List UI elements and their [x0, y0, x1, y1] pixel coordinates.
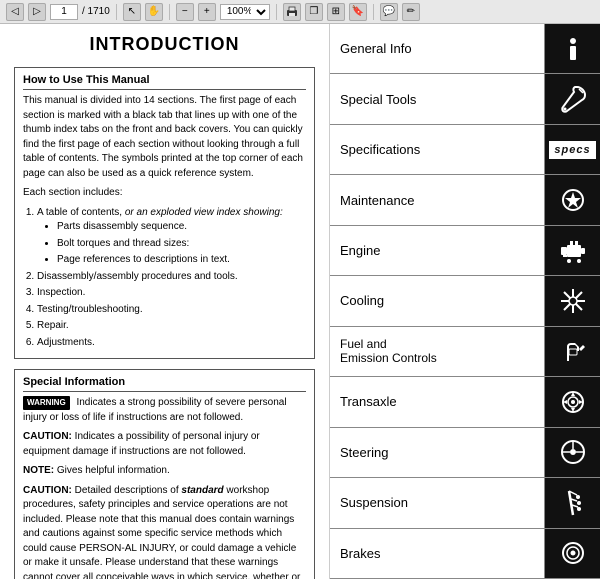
- zoom-select[interactable]: 100% 75% 125% 150%: [220, 4, 270, 20]
- separator-2: [169, 4, 170, 20]
- main-content: INTRODUCTION How to Use This Manual This…: [0, 24, 600, 579]
- how-to-use-list: A table of contents, or an exploded view…: [37, 206, 306, 351]
- index-label-brakes: Brakes: [330, 529, 545, 578]
- index-item-special-tools[interactable]: Special Tools: [330, 74, 600, 124]
- caution2-head: CAUTION:: [23, 485, 72, 496]
- zoom-in-button[interactable]: +: [198, 3, 216, 21]
- zoom-out-button[interactable]: −: [176, 3, 194, 21]
- left-panel: INTRODUCTION How to Use This Manual This…: [0, 24, 330, 579]
- note-head: NOTE:: [23, 465, 54, 476]
- list-item-4: Testing/troubleshooting.: [37, 303, 306, 318]
- list-item-6: Adjustments.: [37, 336, 306, 351]
- how-to-use-heading: How to Use This Manual: [23, 74, 306, 90]
- page-separator: / 1710: [82, 6, 110, 17]
- index-icon-general-info: [545, 24, 600, 73]
- how-to-use-section: How to Use This Manual This manual is di…: [14, 67, 315, 359]
- index-item-fuel-emission[interactable]: Fuel andEmission Controls: [330, 327, 600, 377]
- standard-word: standard: [181, 485, 223, 496]
- comment-button[interactable]: 💬: [380, 3, 398, 21]
- index-label-transaxle: Transaxle: [330, 377, 545, 426]
- list-item-2: Disassembly/assembly procedures and tool…: [37, 270, 306, 285]
- index-icon-steering: [545, 428, 600, 477]
- index-item-transaxle[interactable]: Transaxle: [330, 377, 600, 427]
- index-item-general-info[interactable]: General Info: [330, 24, 600, 74]
- print-button[interactable]: [283, 3, 301, 21]
- sub-item-2: Bolt torques and thread sizes:: [57, 237, 306, 252]
- index-icon-transaxle: [545, 377, 600, 426]
- pen-button[interactable]: ✏: [402, 3, 420, 21]
- special-info-heading: Special Information: [23, 376, 306, 392]
- cursor-tool[interactable]: ↖: [123, 3, 141, 21]
- index-label-fuel-emission: Fuel andEmission Controls: [330, 327, 545, 376]
- list-item-3: Inspection.: [37, 286, 306, 301]
- right-panel: General Info Special Tools Specification…: [330, 24, 600, 579]
- page-input[interactable]: [50, 4, 78, 20]
- sub-item-3: Page references to descriptions in text.: [57, 253, 306, 268]
- how-to-use-content: This manual is divided into 14 sections.…: [23, 94, 306, 350]
- separator-1: [116, 4, 117, 20]
- index-item-cooling[interactable]: Cooling: [330, 276, 600, 326]
- index-label-general-info: General Info: [330, 24, 545, 73]
- how-to-use-para1: This manual is divided into 14 sections.…: [23, 94, 306, 181]
- list-item-5: Repair.: [37, 319, 306, 334]
- separator-4: [373, 4, 374, 20]
- separator-3: [276, 4, 277, 20]
- caution1-head: CAUTION:: [23, 431, 72, 442]
- index-icon-specifications: specs: [545, 125, 600, 174]
- back-button[interactable]: ◁: [6, 3, 24, 21]
- note-paragraph: NOTE: Gives helpful information.: [23, 464, 306, 479]
- index-label-suspension: Suspension: [330, 478, 545, 527]
- how-to-use-para2: Each section includes:: [23, 186, 306, 201]
- index-label-specifications: Specifications: [330, 125, 545, 174]
- bookmark-button[interactable]: 🔖: [349, 3, 367, 21]
- index-icon-suspension: [545, 478, 600, 527]
- index-item-engine[interactable]: Engine: [330, 226, 600, 276]
- index-icon-special-tools: [545, 74, 600, 123]
- index-icon-fuel-emission: [545, 327, 600, 376]
- index-item-suspension[interactable]: Suspension: [330, 478, 600, 528]
- thumbnail-button[interactable]: ⊞: [327, 3, 345, 21]
- index-label-steering: Steering: [330, 428, 545, 477]
- index-item-specifications[interactable]: Specifications specs: [330, 125, 600, 175]
- special-info-section: Special Information WARNING Indicates a …: [14, 369, 315, 579]
- specs-badge: specs: [549, 141, 595, 159]
- sub-list: Parts disassembly sequence. Bolt torques…: [57, 220, 306, 268]
- index-item-brakes[interactable]: Brakes: [330, 529, 600, 579]
- sub-item-1: Parts disassembly sequence.: [57, 220, 306, 235]
- note-text: Gives helpful information.: [57, 465, 170, 476]
- list-item-1: A table of contents, or an exploded view…: [37, 206, 306, 268]
- toolbar: ◁ ▷ / 1710 ↖ ✋ − + 100% 75% 125% 150% ❐ …: [0, 0, 600, 24]
- warning-badge: WARNING: [23, 396, 70, 410]
- caution2-paragraph: CAUTION: Detailed descriptions of standa…: [23, 484, 306, 579]
- index-icon-cooling: [545, 276, 600, 325]
- forward-button[interactable]: ▷: [28, 3, 46, 21]
- caution1-paragraph: CAUTION: Indicates a possibility of pers…: [23, 430, 306, 459]
- warning-paragraph: WARNING Indicates a strong possibility o…: [23, 396, 306, 425]
- index-icon-maintenance: [545, 175, 600, 224]
- index-icon-engine: [545, 226, 600, 275]
- index-icon-brakes: [545, 529, 600, 578]
- index-label-engine: Engine: [330, 226, 545, 275]
- copy-button[interactable]: ❐: [305, 3, 323, 21]
- hand-tool[interactable]: ✋: [145, 3, 163, 21]
- index-label-cooling: Cooling: [330, 276, 545, 325]
- index-item-maintenance[interactable]: Maintenance: [330, 175, 600, 225]
- index-item-steering[interactable]: Steering: [330, 428, 600, 478]
- page-title: INTRODUCTION: [14, 34, 315, 55]
- index-label-special-tools: Special Tools: [330, 74, 545, 123]
- special-info-content: WARNING Indicates a strong possibility o…: [23, 396, 306, 579]
- index-label-maintenance: Maintenance: [330, 175, 545, 224]
